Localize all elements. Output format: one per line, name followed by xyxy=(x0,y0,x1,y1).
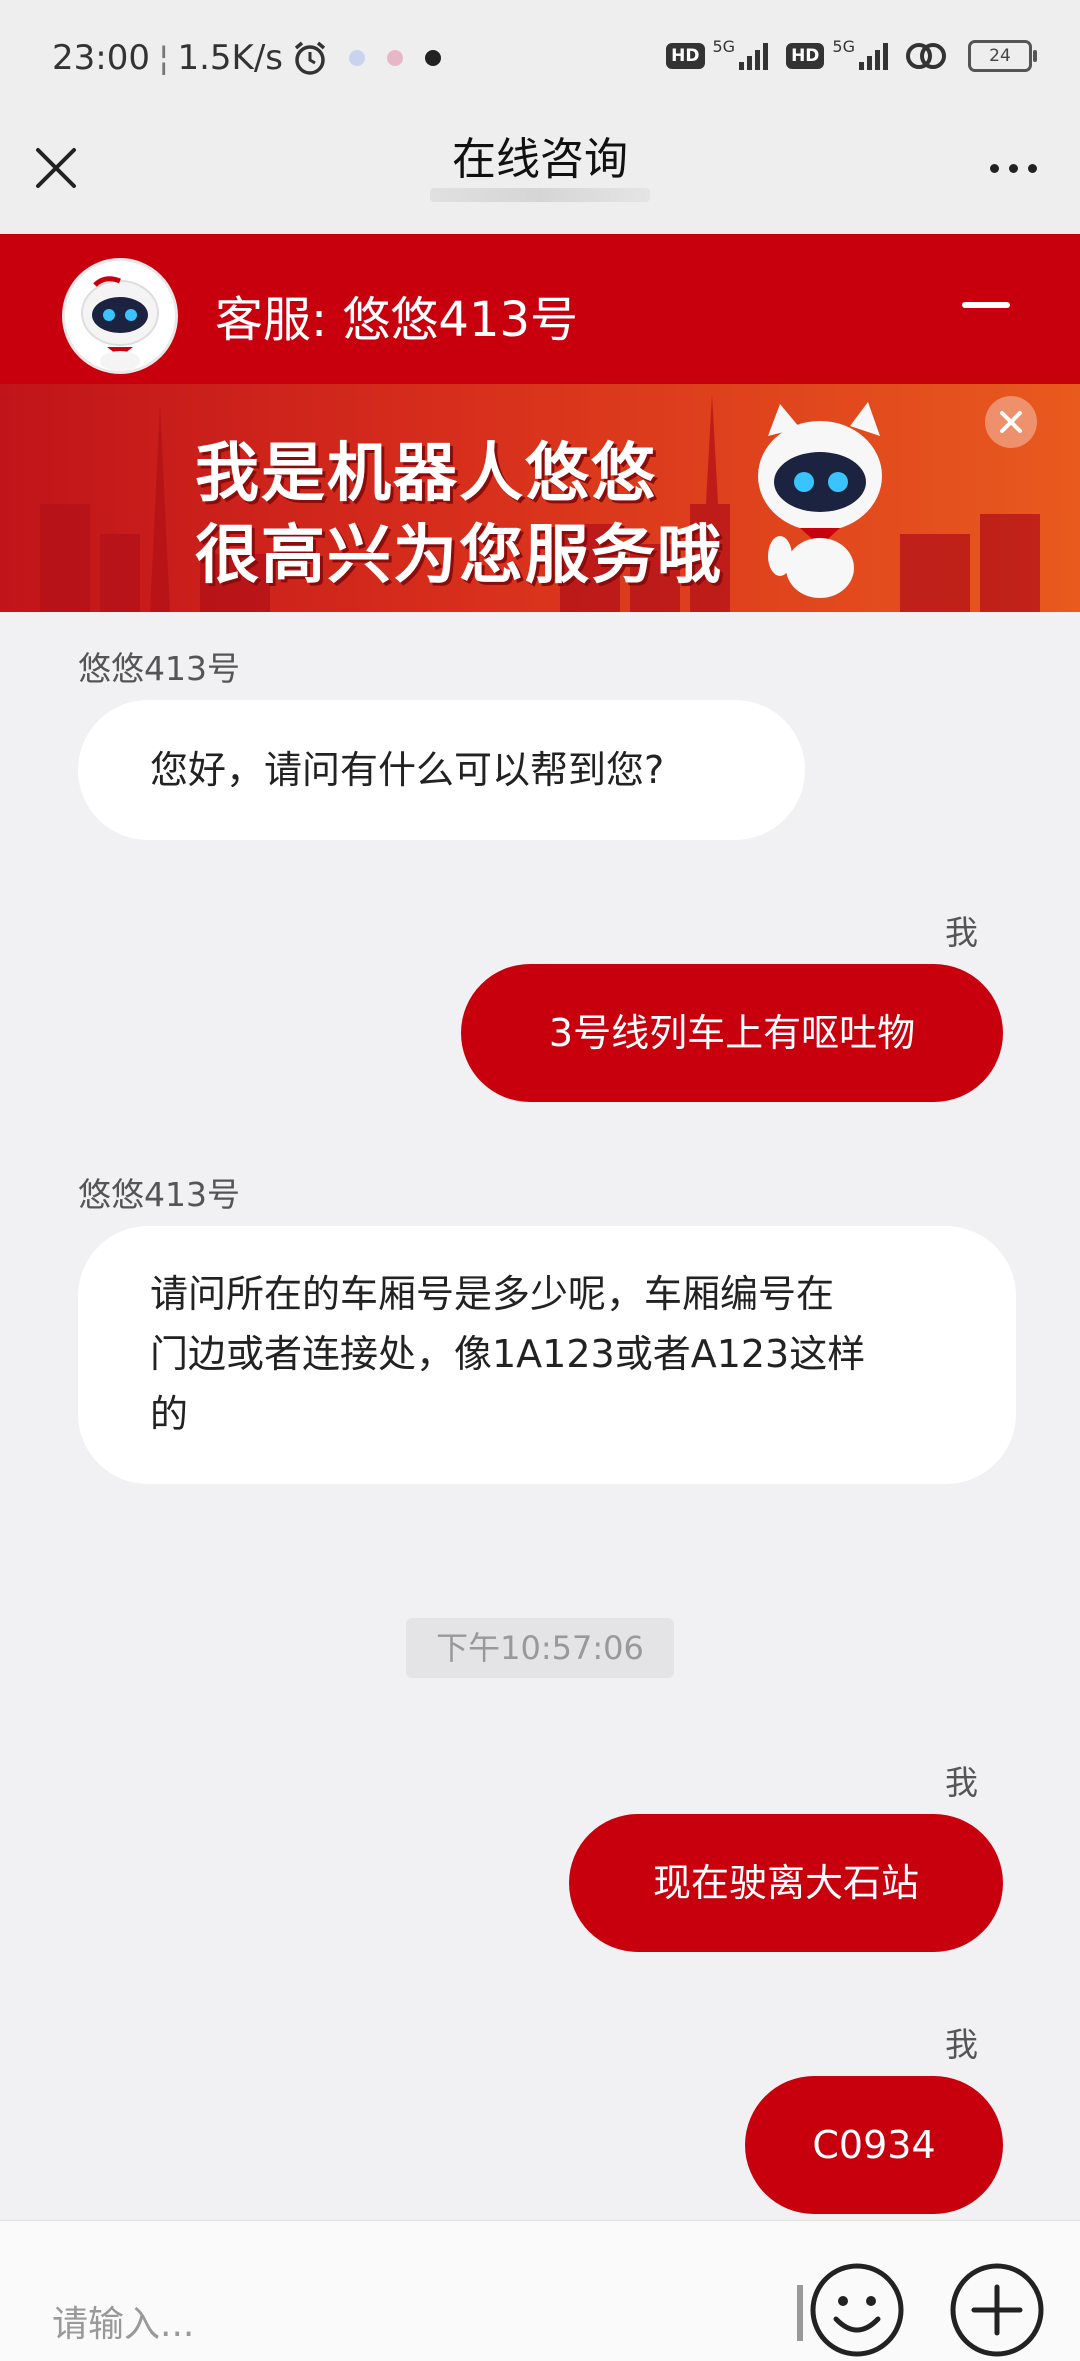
incoming-message-bubble: 您好，请问有什么可以帮到您? xyxy=(78,700,805,840)
minimize-button[interactable] xyxy=(962,302,1010,308)
message-timestamp: 下午10:57:06 xyxy=(406,1618,674,1678)
message-text: 3号线列车上有呕吐物 xyxy=(548,1011,916,1055)
message-text-line: 请问所在的车厢号是多少呢，车厢编号在 xyxy=(150,1272,835,1316)
outgoing-message-bubble: C0934 xyxy=(745,2076,1003,2214)
agent-header: 客服: 悠悠413号 xyxy=(0,234,1080,384)
network-gen-label: 5G xyxy=(832,36,855,56)
message-text: 您好，请问有什么可以帮到您? xyxy=(150,748,665,792)
outgoing-message-bubble: 3号线列车上有呕吐物 xyxy=(461,964,1003,1102)
message-text: 现在驶离大石站 xyxy=(652,1861,919,1905)
banner-line-1: 我是机器人悠悠 xyxy=(195,437,657,511)
close-icon xyxy=(1000,411,1022,433)
hd-badge: HD xyxy=(786,43,825,69)
page-title: 在线咨询 xyxy=(452,134,628,185)
message-sender: 我 xyxy=(945,913,978,952)
message-sender: 悠悠413号 xyxy=(78,1175,240,1214)
battery-icon: 24 xyxy=(968,40,1037,72)
link-icon xyxy=(906,43,946,69)
robot-mascot-illustration xyxy=(758,402,882,598)
status-left: 23:00 ¦ 1.5K/s xyxy=(52,38,441,78)
signal-icon xyxy=(859,42,888,70)
banner-close-button[interactable] xyxy=(985,396,1037,448)
emoji-icon[interactable] xyxy=(808,2261,906,2359)
outgoing-message-bubble: 现在驶离大石站 xyxy=(569,1814,1003,1952)
status-separator: ¦ xyxy=(157,38,170,78)
nav-bar: 在线咨询 xyxy=(0,120,1080,234)
message-text-line: 的 xyxy=(150,1392,189,1436)
message-sender: 我 xyxy=(945,1763,978,1802)
welcome-banner: 我是机器人悠悠 很高兴为您服务哦 xyxy=(0,384,1080,612)
status-right: HD 5G HD 5G 24 xyxy=(666,36,1037,72)
input-bar: 请输入... xyxy=(0,2220,1080,2361)
add-icon[interactable] xyxy=(948,2261,1046,2359)
message-text-line: 门边或者连接处，像1A123或者A123这样 xyxy=(150,1332,866,1376)
signal-icon xyxy=(739,42,769,70)
hd-badge: HD xyxy=(666,43,705,69)
app-notification-icon xyxy=(425,50,441,66)
agent-name: 客服: 悠悠413号 xyxy=(215,292,579,348)
app-notification-icon xyxy=(349,50,365,66)
incoming-message-bubble: 请问所在的车厢号是多少呢，车厢编号在 门边或者连接处，像1A123或者A123这… xyxy=(78,1226,1016,1484)
more-options-icon[interactable] xyxy=(990,158,1050,178)
message-text: C0934 xyxy=(812,2123,936,2167)
message-sender: 我 xyxy=(945,2025,978,2064)
message-input[interactable]: 请输入... xyxy=(52,2295,194,2347)
agent-avatar xyxy=(62,258,178,374)
app-notification-icon xyxy=(387,50,403,66)
robot-icon xyxy=(81,276,159,371)
status-net-speed: 1.5K/s xyxy=(177,38,283,78)
page-subtitle-blur xyxy=(430,188,650,202)
alarm-icon xyxy=(294,41,326,75)
input-caret xyxy=(797,2285,803,2341)
status-time: 23:00 xyxy=(52,38,150,78)
status-bar: 23:00 ¦ 1.5K/s HD 5G HD 5G 24 xyxy=(0,0,1080,120)
message-sender: 悠悠413号 xyxy=(78,649,240,688)
banner-line-2: 很高兴为您服务哦 xyxy=(195,519,723,593)
network-gen-label: 5G xyxy=(712,36,736,56)
